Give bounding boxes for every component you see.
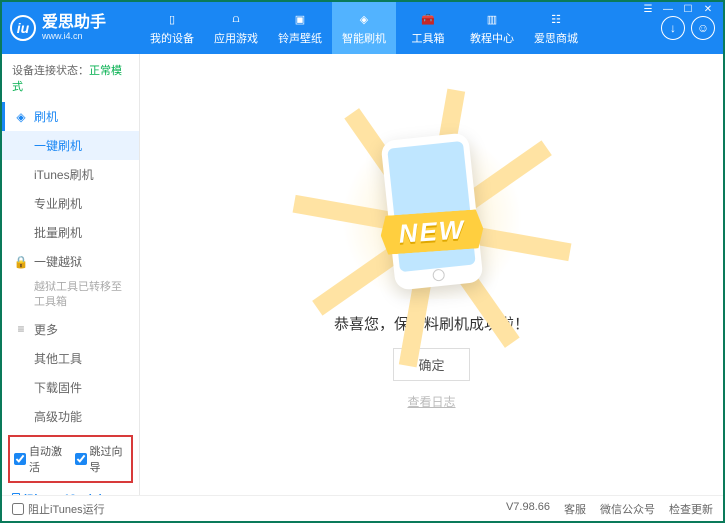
main-content: NEW 恭喜您，保资料刷机成功啦！ 确定 查看日志 <box>140 54 723 495</box>
nav-store[interactable]: ☷ 爱思商城 <box>524 2 588 54</box>
section-label: 更多 <box>34 321 58 338</box>
connection-status: 设备连接状态：正常模式 <box>2 54 139 102</box>
apps-icon: ⩍ <box>227 10 245 28</box>
nav-tutorial[interactable]: ▥ 教程中心 <box>460 2 524 54</box>
nav: ▯ 我的设备 ⩍ 应用游戏 ▣ 铃声壁纸 ◈ 智能刷机 🧰 工具箱 ▥ 教程中心 ☷ 爱思商城 <box>140 2 661 54</box>
block-itunes-label: 阻止iTunes运行 <box>28 501 105 517</box>
wechat-link[interactable]: 微信公众号 <box>600 501 655 517</box>
app-window: ☰ ― ☐ ✕ iu 爱思助手 www.i4.cn ▯ 我的设备 ⩍ 应用游戏 ▣ 铃声壁… <box>0 0 725 523</box>
options-box: 自动激活 跳过向导 <box>8 435 133 483</box>
new-ribbon: NEW <box>379 209 484 255</box>
skip-guide-label: 跳过向导 <box>90 443 128 475</box>
nav-phone[interactable]: ▯ 我的设备 <box>140 2 204 54</box>
section-更多[interactable]: ≡ 更多 <box>2 315 139 344</box>
nav-label: 工具箱 <box>412 30 445 46</box>
auto-activate-checkbox[interactable]: 自动激活 <box>14 443 67 475</box>
skip-guide-checkbox[interactable]: 跳过向导 <box>75 443 128 475</box>
window-controls: ☰ ― ☐ ✕ <box>639 2 717 16</box>
section-label: 一键越狱 <box>34 253 82 270</box>
nav-label: 爱思商城 <box>534 30 578 46</box>
nav-label: 铃声壁纸 <box>278 30 322 46</box>
nav-ringtone[interactable]: ▣ 铃声壁纸 <box>268 2 332 54</box>
conn-label: 设备连接状态： <box>12 65 89 77</box>
footer-right: V7.98.66 客服 微信公众号 检查更新 <box>506 501 713 517</box>
nav-toolbox[interactable]: 🧰 工具箱 <box>396 2 460 54</box>
sidebar-item-一键刷机[interactable]: 一键刷机 <box>2 131 139 160</box>
flash-icon: ◈ <box>14 110 28 124</box>
nav-label: 我的设备 <box>150 30 194 46</box>
app-url: www.i4.cn <box>42 31 106 41</box>
lock-icon: 🔒 <box>14 255 28 269</box>
app-title: 爱思助手 <box>42 15 106 31</box>
sidebar-item-专业刷机[interactable]: 专业刷机 <box>2 189 139 218</box>
ringtone-icon: ▣ <box>291 10 309 28</box>
logo: iu 爱思助手 www.i4.cn <box>10 15 140 41</box>
section-一键越狱[interactable]: 🔒 一键越狱 <box>2 247 139 276</box>
section-note: 越狱工具已转移至 工具箱 <box>2 276 139 315</box>
device-info[interactable]: iPhone 12 mini 64GB Down-12mini-13,1 <box>2 487 139 495</box>
user-icon[interactable]: ☺ <box>691 16 715 40</box>
block-itunes-checkbox[interactable]: 阻止iTunes运行 <box>12 501 105 517</box>
sidebar-item-高级功能[interactable]: 高级功能 <box>2 402 139 431</box>
section-刷机[interactable]: ◈ 刷机 <box>2 102 139 131</box>
sidebar-item-下载固件[interactable]: 下载固件 <box>2 373 139 402</box>
menu-icon[interactable]: ☰ <box>639 2 657 16</box>
more-icon: ≡ <box>14 322 28 336</box>
header: iu 爱思助手 www.i4.cn ▯ 我的设备 ⩍ 应用游戏 ▣ 铃声壁纸 ◈ 智能刷机 🧰 工… <box>2 2 723 54</box>
success-illustration: NEW <box>332 139 532 299</box>
nav-label: 应用游戏 <box>214 30 258 46</box>
footer: 阻止iTunes运行 V7.98.66 客服 微信公众号 检查更新 <box>2 495 723 521</box>
phone-icon: ▯ <box>163 10 181 28</box>
sidebar-item-iTunes刷机[interactable]: iTunes刷机 <box>2 160 139 189</box>
view-log-link[interactable]: 查看日志 <box>407 393 455 410</box>
sidebar-item-批量刷机[interactable]: 批量刷机 <box>2 218 139 247</box>
minimize-icon[interactable]: ― <box>659 2 677 16</box>
auto-activate-label: 自动激活 <box>29 443 67 475</box>
close-icon[interactable]: ✕ <box>699 2 717 16</box>
maximize-icon[interactable]: ☐ <box>679 2 697 16</box>
nav-flash[interactable]: ◈ 智能刷机 <box>332 2 396 54</box>
toolbox-icon: 🧰 <box>419 10 437 28</box>
version: V7.98.66 <box>506 501 550 517</box>
nav-label: 智能刷机 <box>342 30 386 46</box>
sidebar-item-其他工具[interactable]: 其他工具 <box>2 344 139 373</box>
flash-icon: ◈ <box>355 10 373 28</box>
download-icon[interactable]: ↓ <box>661 16 685 40</box>
header-right: ↓ ☺ <box>661 16 715 40</box>
logo-icon: iu <box>10 15 36 41</box>
body: 设备连接状态：正常模式 ◈ 刷机一键刷机iTunes刷机专业刷机批量刷机 🔒 一键越狱… <box>2 54 723 495</box>
store-icon: ☷ <box>547 10 565 28</box>
support-link[interactable]: 客服 <box>564 501 586 517</box>
nav-label: 教程中心 <box>470 30 514 46</box>
tutorial-icon: ▥ <box>483 10 501 28</box>
nav-apps[interactable]: ⩍ 应用游戏 <box>204 2 268 54</box>
sidebar: 设备连接状态：正常模式 ◈ 刷机一键刷机iTunes刷机专业刷机批量刷机 🔒 一键越狱… <box>2 54 140 495</box>
section-label: 刷机 <box>34 108 58 125</box>
update-link[interactable]: 检查更新 <box>669 501 713 517</box>
